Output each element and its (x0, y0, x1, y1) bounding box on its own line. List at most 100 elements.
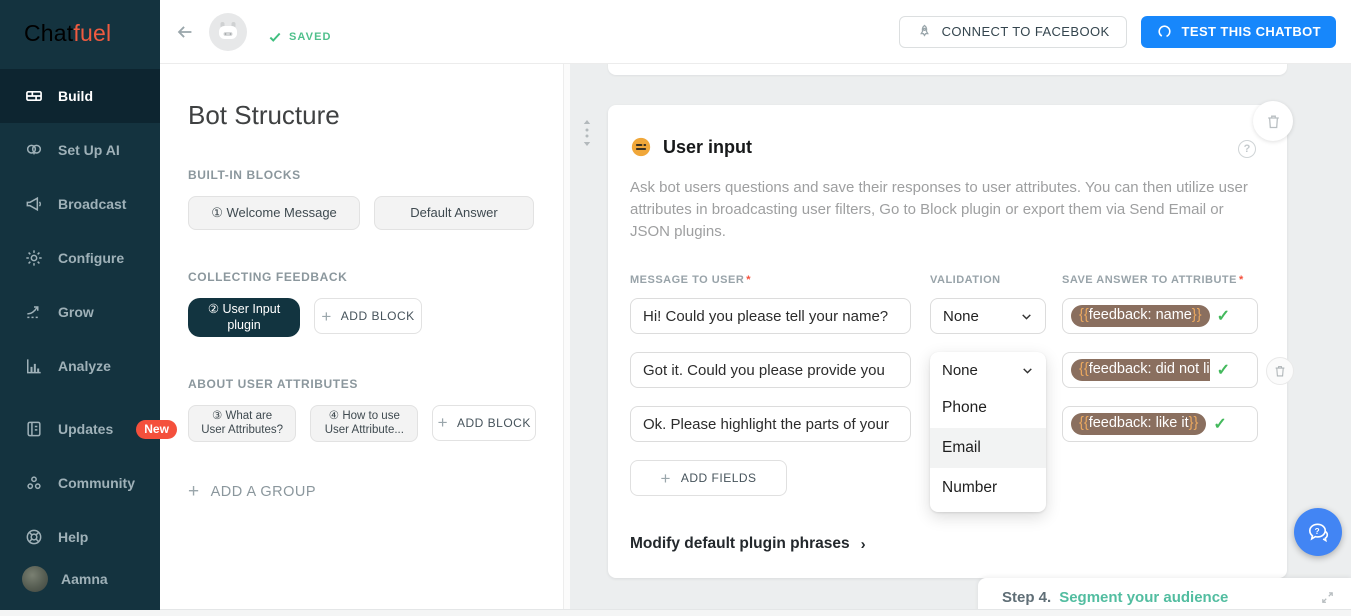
column-label-validation: VALIDATION (930, 274, 1001, 286)
message-to-user-input[interactable] (630, 298, 911, 334)
ai-brain-icon (24, 140, 44, 160)
back-arrow-icon[interactable] (174, 21, 196, 43)
lifebuoy-icon (24, 527, 44, 547)
sidebar-item-grow[interactable]: Grow (0, 285, 160, 339)
add-a-group-label: ADD A GROUP (211, 484, 316, 500)
add-a-group-button[interactable]: + ADD A GROUP (188, 482, 536, 501)
saved-label: SAVED (289, 31, 332, 43)
sidebar-user-account[interactable]: Aamna (0, 552, 160, 606)
delete-plugin-button[interactable] (1253, 101, 1293, 141)
block-label: Default Answer (410, 205, 497, 222)
add-block-label: ADD BLOCK (457, 416, 531, 430)
new-badge: New (136, 420, 177, 439)
logo-fuel: fuel (73, 20, 111, 46)
block-number: ③ (212, 410, 226, 422)
block-welcome-message[interactable]: ① Welcome Message (188, 196, 360, 230)
plugin-header: User input (630, 136, 752, 158)
user-input-plugin-icon (630, 136, 652, 158)
modify-link-label: Modify default plugin phrases (630, 535, 850, 553)
test-this-chatbot-button[interactable]: TEST THIS CHATBOT (1141, 16, 1336, 48)
attribute-pill[interactable]: {{feedback: like it}} (1071, 413, 1206, 435)
validation-selected-value: None (943, 308, 979, 325)
modify-default-plugin-phrases-link[interactable]: Modify default plugin phrases › (630, 535, 866, 553)
step-number: Step 4. (1002, 589, 1051, 606)
attribute-pill[interactable]: {{feedback: name}} (1071, 305, 1210, 327)
sidebar-item-community[interactable]: Community (0, 456, 160, 510)
message-to-user-input[interactable] (630, 406, 911, 442)
trash-icon (1265, 113, 1282, 130)
drag-handle-icon[interactable] (580, 118, 594, 153)
sidebar-item-label: Analyze (58, 358, 111, 374)
dropdown-option-phone[interactable]: Phone (930, 388, 1046, 428)
save-answer-to-attribute-field[interactable]: {{feedback: name}} ✓ (1062, 298, 1258, 334)
sidebar-item-set-up-ai[interactable]: Set Up AI (0, 123, 160, 177)
block-number: ④ (329, 410, 343, 422)
required-mark: * (746, 274, 751, 286)
sidebar-item-updates[interactable]: Updates New (0, 402, 160, 456)
sidebar-item-label: Broadcast (58, 196, 126, 212)
sidebar-item-label: Build (58, 88, 93, 104)
saved-status: SAVED (268, 30, 332, 44)
validation-dropdown-selected[interactable]: None (930, 352, 1046, 388)
gear-icon (24, 248, 44, 268)
chevron-down-icon (1020, 310, 1033, 323)
block-number: ① (211, 205, 226, 220)
save-answer-to-attribute-field[interactable]: {{feedback: did not li ✓ (1062, 352, 1258, 388)
bar-chart-icon (24, 356, 44, 376)
svg-text:?: ? (1314, 527, 1319, 536)
chevron-right-icon: › (861, 536, 866, 553)
sidebar-item-analyze[interactable]: Analyze (0, 339, 160, 393)
block-what-are-user-attributes[interactable]: ③ What are User Attributes? (188, 405, 296, 443)
community-icon (24, 473, 44, 493)
sidebar-item-broadcast[interactable]: Broadcast (0, 177, 160, 231)
block-default-answer[interactable]: Default Answer (374, 196, 534, 230)
step-link[interactable]: Segment your audience (1059, 589, 1228, 606)
delete-row-button[interactable] (1266, 357, 1294, 385)
plugin-help-icon[interactable]: ? (1238, 140, 1256, 158)
rocket-icon (916, 23, 933, 40)
add-fields-button[interactable]: + ADD FIELDS (630, 460, 787, 496)
sidebar-item-label: Set Up AI (58, 142, 120, 158)
block-label: Welcome Message (226, 205, 336, 220)
trash-icon (1273, 364, 1287, 378)
valid-check-icon: ✓ (1217, 360, 1230, 380)
app-screen: Chatfuel Build Set Up AI Broadcast (0, 0, 1351, 616)
panel-title: Bot Structure (188, 100, 536, 131)
build-blocks-icon (24, 86, 44, 106)
check-icon (268, 30, 282, 44)
section-heading-built-in-blocks: BUILT-IN BLOCKS (188, 168, 536, 182)
help-chat-button[interactable]: ? (1294, 508, 1342, 556)
dropdown-option-email[interactable]: Email (930, 428, 1046, 468)
block-user-input-plugin-selected[interactable]: ② User Input plugin (188, 298, 300, 337)
connect-to-facebook-button[interactable]: CONNECT TO FACEBOOK (899, 16, 1127, 48)
sidebar-item-build[interactable]: Build (0, 69, 160, 123)
attribute-pill[interactable]: {{feedback: did not li (1071, 359, 1210, 381)
plus-icon: + (321, 308, 331, 325)
built-in-blocks-row: ① Welcome Message Default Answer (188, 196, 536, 230)
horizontal-scrollbar[interactable] (0, 609, 1351, 616)
expand-icon[interactable] (1320, 590, 1335, 605)
save-answer-to-attribute-field[interactable]: {{feedback: like it}} ✓ (1062, 406, 1258, 442)
add-fields-label: ADD FIELDS (681, 471, 757, 485)
sidebar-item-label: Help (58, 529, 88, 545)
chevron-down-icon (1021, 364, 1034, 377)
sidebar-item-label: Updates (58, 421, 113, 437)
bot-structure-panel: Bot Structure BUILT-IN BLOCKS ① Welcome … (160, 64, 570, 610)
block-label: User Input plugin (223, 302, 281, 332)
bot-avatar[interactable] (209, 13, 247, 51)
top-header: SAVED CONNECT TO FACEBOOK TEST THIS CHAT… (160, 0, 1351, 64)
validation-select[interactable]: None (930, 298, 1046, 334)
add-block-button[interactable]: + ADD BLOCK (432, 405, 536, 441)
sidebar-item-configure[interactable]: Configure (0, 231, 160, 285)
valid-check-icon: ✓ (1217, 306, 1230, 326)
column-label-message: MESSAGE TO USER* (630, 274, 751, 286)
chatfuel-logo[interactable]: Chatfuel (0, 0, 160, 47)
megaphone-icon (24, 194, 44, 214)
message-to-user-input[interactable] (630, 352, 911, 388)
add-block-button[interactable]: + ADD BLOCK (314, 298, 422, 334)
dropdown-option-number[interactable]: Number (930, 468, 1046, 508)
block-how-to-use-user-attribute[interactable]: ④ How to use User Attribute... (310, 405, 418, 443)
panel-scrollbar[interactable] (563, 64, 570, 610)
updates-journal-icon (24, 419, 44, 439)
block-number: ② (208, 302, 223, 316)
